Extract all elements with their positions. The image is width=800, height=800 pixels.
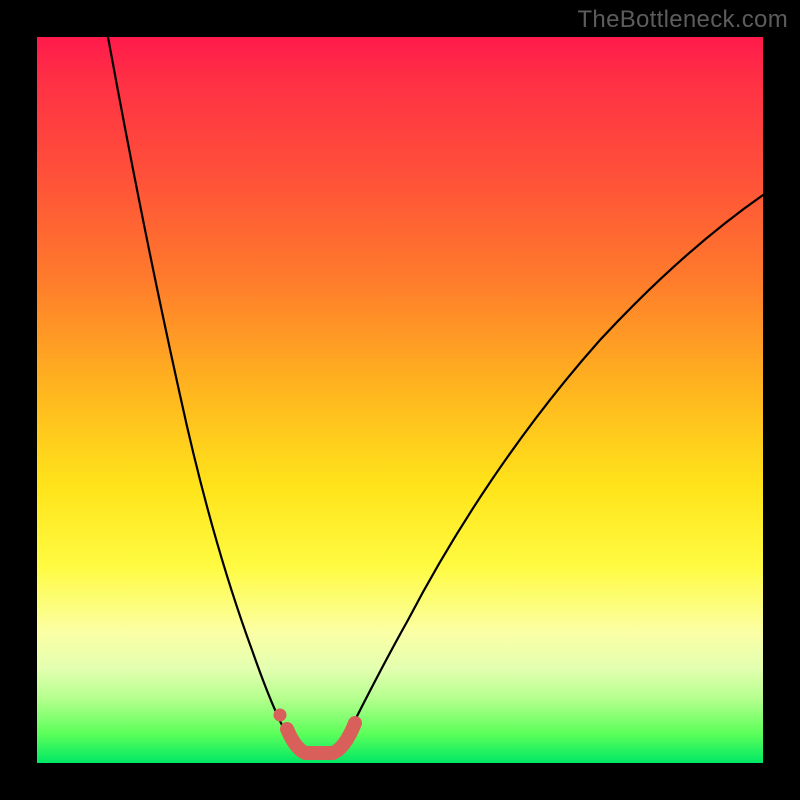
trough-marker-dot (274, 709, 287, 722)
curve-overlay (0, 0, 800, 800)
trough-marker-path (287, 723, 355, 753)
curve-right (345, 195, 763, 740)
chart-frame: TheBottleneck.com (0, 0, 800, 800)
curve-left (108, 37, 290, 740)
